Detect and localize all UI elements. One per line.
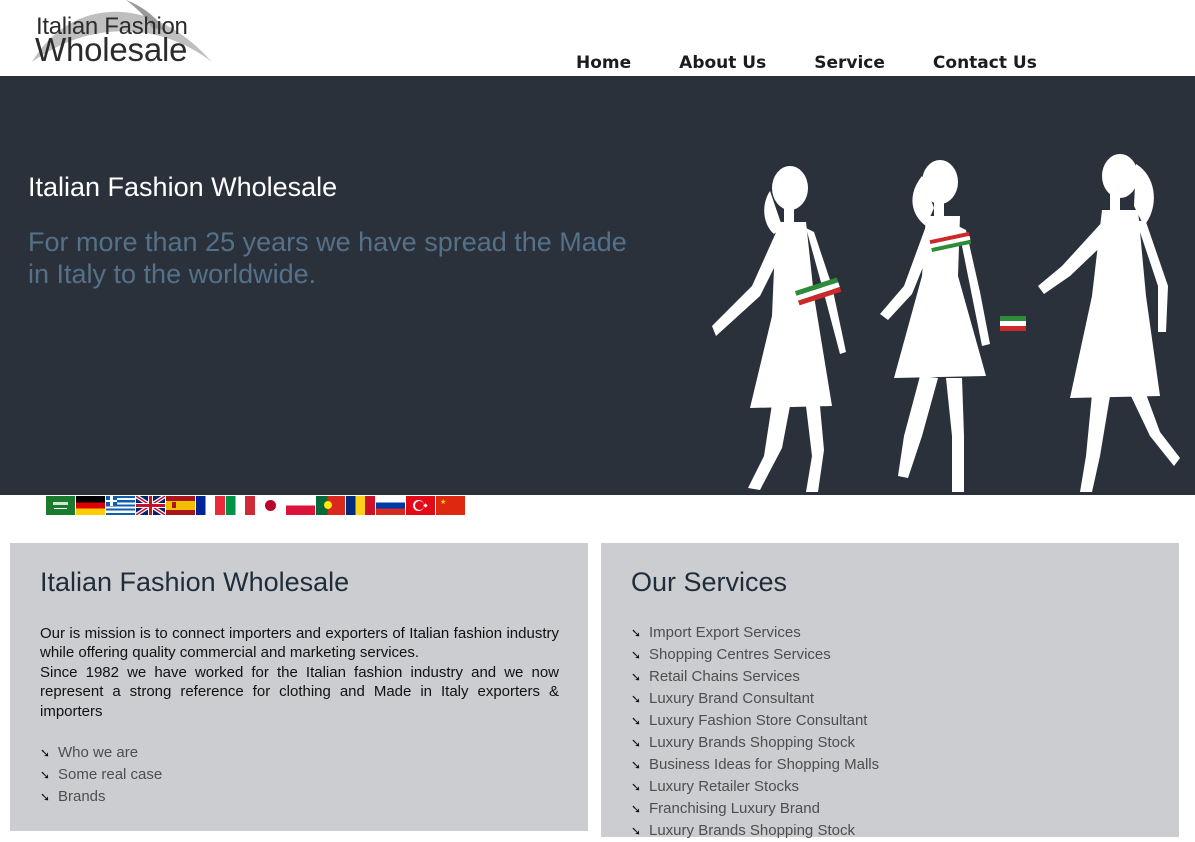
link-who-we-are[interactable]: Who we are xyxy=(58,742,138,764)
flag-germany-icon[interactable] xyxy=(76,496,105,515)
nav-service[interactable]: Service xyxy=(814,52,885,74)
flag-italy-icon[interactable] xyxy=(226,496,255,515)
arrow-down-right-icon: ➘ xyxy=(631,824,642,838)
flag-poland-icon[interactable] xyxy=(286,496,315,515)
site-header: Italian Fashion Wholesale Home About Us … xyxy=(0,0,1195,76)
site-logo[interactable]: Italian Fashion Wholesale xyxy=(30,0,220,70)
mission-paragraph: Our is mission is to connect importers a… xyxy=(40,625,559,662)
fashion-silhouettes-image xyxy=(712,154,1180,492)
service-link[interactable]: Luxury Retailer Stocks xyxy=(649,776,799,798)
list-item[interactable]: ➘ Luxury Retailer Stocks xyxy=(631,776,879,798)
logo-line-2: Wholesale xyxy=(35,31,188,68)
arrow-down-right-icon: ➘ xyxy=(631,692,642,706)
service-link[interactable]: Shopping Centres Services xyxy=(649,644,831,666)
hero-title: Italian Fashion Wholesale xyxy=(28,172,338,202)
language-flags: ★ xyxy=(46,496,466,515)
services-panel-title: Our Services xyxy=(631,567,788,597)
flag-spain-icon[interactable] xyxy=(166,496,195,515)
list-item[interactable]: ➘ Who we are xyxy=(40,742,162,764)
flag-united-kingdom-icon[interactable] xyxy=(136,496,165,515)
arrow-down-right-icon: ➘ xyxy=(40,768,51,782)
flag-portugal-icon[interactable] xyxy=(316,496,345,515)
flag-turkey-icon[interactable] xyxy=(406,496,435,515)
about-panel: Italian Fashion Wholesale Our is mission… xyxy=(10,543,588,831)
link-some-real-case[interactable]: Some real case xyxy=(58,764,162,786)
service-link[interactable]: Luxury Brands Shopping Stock xyxy=(649,732,855,754)
arrow-down-right-icon: ➘ xyxy=(631,626,642,640)
about-panel-title: Italian Fashion Wholesale xyxy=(40,567,350,597)
list-item[interactable]: ➘ Luxury Brands Shopping Stock xyxy=(631,732,879,754)
arrow-down-right-icon: ➘ xyxy=(631,648,642,662)
hero-banner: Italian Fashion Wholesale For more than … xyxy=(0,76,1195,495)
service-link[interactable]: Luxury Brand Consultant xyxy=(649,688,814,710)
list-item[interactable]: ➘ Luxury Fashion Store Consultant xyxy=(631,710,879,732)
service-link[interactable]: Business Ideas for Shopping Malls xyxy=(649,754,879,776)
list-item[interactable]: ➘ Import Export Services xyxy=(631,622,879,644)
services-links: ➘ Import Export Services ➘ Shopping Centre… xyxy=(631,622,879,842)
flag-china-icon[interactable]: ★ xyxy=(436,496,465,515)
service-link[interactable]: Luxury Brands Shopping Stock xyxy=(649,820,855,842)
arrow-down-right-icon: ➘ xyxy=(631,670,642,684)
list-item[interactable]: ➘ Business Ideas for Shopping Malls xyxy=(631,754,879,776)
list-item[interactable]: ➘ Brands xyxy=(40,786,162,808)
link-brands[interactable]: Brands xyxy=(58,786,106,808)
service-link[interactable]: Franchising Luxury Brand xyxy=(649,798,820,820)
list-item[interactable]: ➘ Franchising Luxury Brand xyxy=(631,798,879,820)
flag-saudi-arabia-icon[interactable] xyxy=(46,496,75,515)
list-item[interactable]: ➘ Retail Chains Services xyxy=(631,666,879,688)
service-link[interactable]: Import Export Services xyxy=(649,622,801,644)
flag-japan-icon[interactable] xyxy=(256,496,285,515)
list-item[interactable]: ➘ Some real case xyxy=(40,764,162,786)
flag-romania-icon[interactable] xyxy=(346,496,375,515)
arrow-down-right-icon: ➘ xyxy=(40,790,51,804)
list-item[interactable]: ➘ Shopping Centres Services xyxy=(631,644,879,666)
arrow-down-right-icon: ➘ xyxy=(40,746,51,760)
flag-france-icon[interactable] xyxy=(196,496,225,515)
nav-contact-us[interactable]: Contact Us xyxy=(933,52,1037,74)
about-links: ➘ Who we are ➘ Some real case ➘ Brands xyxy=(40,742,162,808)
arrow-down-right-icon: ➘ xyxy=(631,780,642,794)
arrow-down-right-icon: ➘ xyxy=(631,758,642,772)
since-paragraph: Since 1982 we have worked for the Italia… xyxy=(40,663,559,720)
flag-greece-icon[interactable] xyxy=(106,496,135,515)
main-nav: Home About Us Service Contact Us xyxy=(576,52,1037,74)
flag-russia-icon[interactable] xyxy=(376,496,405,515)
nav-home[interactable]: Home xyxy=(576,52,631,74)
list-item[interactable]: ➘ Luxury Brands Shopping Stock xyxy=(631,820,879,842)
arrow-down-right-icon: ➘ xyxy=(631,714,642,728)
list-item[interactable]: ➘ Luxury Brand Consultant xyxy=(631,688,879,710)
hero-subtitle: For more than 25 years we have spread th… xyxy=(28,227,627,289)
arrow-down-right-icon: ➘ xyxy=(631,736,642,750)
service-link[interactable]: Luxury Fashion Store Consultant xyxy=(649,710,867,732)
services-panel: Our Services ➘ Import Export Services ➘ Sh… xyxy=(601,543,1179,839)
service-link[interactable]: Retail Chains Services xyxy=(649,666,800,688)
arrow-down-right-icon: ➘ xyxy=(631,802,642,816)
mission-text: Our is mission is to connect importers a… xyxy=(40,624,559,721)
nav-about-us[interactable]: About Us xyxy=(679,52,766,74)
